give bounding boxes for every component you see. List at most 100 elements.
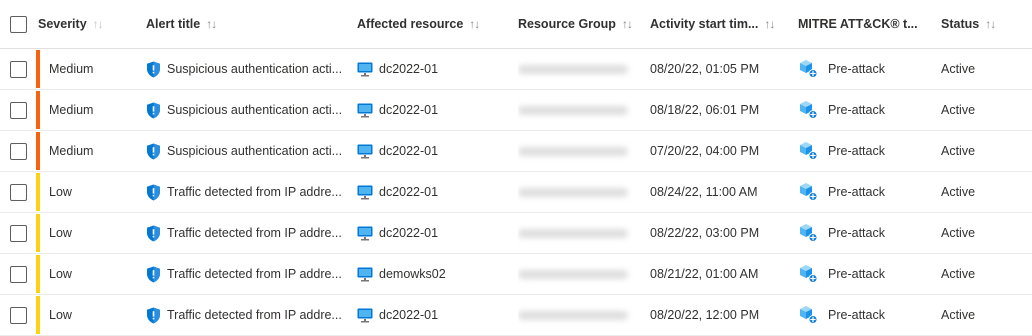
status-cell: Active xyxy=(941,49,1031,89)
sort-icon[interactable]: ↑↓ xyxy=(206,17,217,31)
table-row[interactable]: Medium Suspicious authentication acti...… xyxy=(0,90,1032,131)
table-row[interactable]: Low Traffic detected from IP addre... dc… xyxy=(0,172,1032,213)
monitor-icon xyxy=(357,62,373,77)
column-header-affected-resource[interactable]: Affected resource ↑↓ xyxy=(357,0,507,48)
select-all-checkbox[interactable] xyxy=(10,15,27,33)
monitor-icon xyxy=(357,226,373,241)
activity-start-time: 08/24/22, 11:00 AM xyxy=(650,185,758,199)
row-checkbox[interactable] xyxy=(10,142,27,160)
redacted-resource-group xyxy=(518,310,628,320)
table-row[interactable]: Low Traffic detected from IP addre... dc… xyxy=(0,213,1032,254)
status-cell: Active xyxy=(941,295,1031,335)
row-checkbox[interactable] xyxy=(10,224,27,242)
status-label: Active xyxy=(941,185,976,199)
severity-cell: Medium xyxy=(36,131,136,171)
affected-resource-cell[interactable]: dc2022-01 xyxy=(357,172,507,212)
affected-resource-cell[interactable]: dc2022-01 xyxy=(357,295,507,335)
activity-start-cell: 07/20/22, 04:00 PM xyxy=(650,131,790,171)
resource-group-cell xyxy=(518,90,643,130)
column-header-activity-start[interactable]: Activity start tim... ↑↓ xyxy=(650,0,790,48)
redacted-resource-group xyxy=(518,64,628,74)
row-checkbox[interactable] xyxy=(10,101,27,119)
column-header-mitre[interactable]: MITRE ATT&CK® t... xyxy=(798,0,938,48)
shield-icon xyxy=(146,61,161,78)
column-header-severity[interactable]: Severity ↑↓ xyxy=(36,0,138,48)
column-header-alert-title[interactable]: Alert title ↑↓ xyxy=(146,0,351,48)
resource-group-cell xyxy=(518,295,643,335)
row-checkbox[interactable] xyxy=(10,60,27,78)
table-row[interactable]: Medium Suspicious authentication acti...… xyxy=(0,131,1032,172)
resource-name[interactable]: dc2022-01 xyxy=(379,144,438,158)
sort-icon[interactable]: ↑↓ xyxy=(93,17,104,31)
mitre-tactic-label: Pre-attack xyxy=(828,226,885,240)
activity-start-cell: 08/22/22, 03:00 PM xyxy=(650,213,790,253)
affected-resource-cell[interactable]: dc2022-01 xyxy=(357,213,507,253)
sort-icon[interactable]: ↑↓ xyxy=(469,17,480,31)
table-header: Severity ↑↓ Alert title ↑↓ Affected reso… xyxy=(0,0,1032,49)
column-header-label: Affected resource xyxy=(357,17,464,31)
alert-title-cell[interactable]: Suspicious authentication acti... xyxy=(146,131,351,171)
redacted-resource-group xyxy=(518,228,628,238)
row-checkbox[interactable] xyxy=(10,265,27,283)
affected-resource-cell[interactable]: dc2022-01 xyxy=(357,49,507,89)
sort-icon[interactable]: ↑↓ xyxy=(985,17,996,31)
row-select-cell xyxy=(10,49,34,89)
monitor-icon xyxy=(357,185,373,200)
alert-title-cell[interactable]: Traffic detected from IP addre... xyxy=(146,254,351,294)
activity-start-time: 08/20/22, 12:00 PM xyxy=(650,308,760,322)
alert-title-cell[interactable]: Traffic detected from IP addre... xyxy=(146,172,351,212)
resource-name[interactable]: dc2022-01 xyxy=(379,308,438,322)
resource-name[interactable]: dc2022-01 xyxy=(379,226,438,240)
affected-resource-cell[interactable]: dc2022-01 xyxy=(357,131,507,171)
activity-start-time: 08/20/22, 01:05 PM xyxy=(650,62,760,76)
alert-title-cell[interactable]: Suspicious authentication acti... xyxy=(146,49,351,89)
column-header-status[interactable]: Status ↑↓ xyxy=(941,0,1031,48)
alert-title-text[interactable]: Suspicious authentication acti... xyxy=(167,144,342,158)
affected-resource-cell[interactable]: dc2022-01 xyxy=(357,90,507,130)
row-select-cell xyxy=(10,131,34,171)
redacted-resource-group xyxy=(518,146,628,156)
resource-name[interactable]: dc2022-01 xyxy=(379,185,438,199)
table-row[interactable]: Low Traffic detected from IP addre... dc… xyxy=(0,295,1032,336)
table-row[interactable]: Medium Suspicious authentication acti...… xyxy=(0,49,1032,90)
severity-cell: Medium xyxy=(36,90,136,130)
sort-icon[interactable]: ↑↓ xyxy=(622,17,633,31)
cube-icon xyxy=(798,100,818,120)
resource-name[interactable]: dc2022-01 xyxy=(379,103,438,117)
severity-label: Medium xyxy=(49,144,94,158)
status-cell: Active xyxy=(941,131,1031,171)
resource-group-cell xyxy=(518,172,643,212)
row-checkbox[interactable] xyxy=(10,183,27,201)
row-checkbox[interactable] xyxy=(10,306,27,324)
alert-title-text[interactable]: Traffic detected from IP addre... xyxy=(167,267,342,281)
activity-start-cell: 08/24/22, 11:00 AM xyxy=(650,172,790,212)
column-header-label: Alert title xyxy=(146,17,201,31)
alert-title-text[interactable]: Traffic detected from IP addre... xyxy=(167,308,342,322)
alert-title-cell[interactable]: Suspicious authentication acti... xyxy=(146,90,351,130)
severity-label: Medium xyxy=(49,103,94,117)
alert-title-text[interactable]: Traffic detected from IP addre... xyxy=(167,226,342,240)
status-label: Active xyxy=(941,308,976,322)
row-select-cell xyxy=(10,172,34,212)
resource-name[interactable]: demowks02 xyxy=(379,267,446,281)
table-row[interactable]: Low Traffic detected from IP addre... de… xyxy=(0,254,1032,295)
mitre-tactic-label: Pre-attack xyxy=(828,144,885,158)
severity-cell: Low xyxy=(36,295,136,335)
mitre-tactic-cell: Pre-attack xyxy=(798,131,938,171)
resource-name[interactable]: dc2022-01 xyxy=(379,62,438,76)
alert-title-cell[interactable]: Traffic detected from IP addre... xyxy=(146,213,351,253)
alert-title-text[interactable]: Traffic detected from IP addre... xyxy=(167,185,342,199)
row-select-cell xyxy=(10,90,34,130)
sort-icon[interactable]: ↑↓ xyxy=(764,17,775,31)
activity-start-time: 08/21/22, 01:00 AM xyxy=(650,267,759,281)
shield-icon xyxy=(146,184,161,201)
affected-resource-cell[interactable]: demowks02 xyxy=(357,254,507,294)
shield-icon xyxy=(146,307,161,324)
alert-title-text[interactable]: Suspicious authentication acti... xyxy=(167,62,342,76)
monitor-icon xyxy=(357,267,373,282)
activity-start-cell: 08/20/22, 12:00 PM xyxy=(650,295,790,335)
alert-title-text[interactable]: Suspicious authentication acti... xyxy=(167,103,342,117)
alert-title-cell[interactable]: Traffic detected from IP addre... xyxy=(146,295,351,335)
column-header-resource-group[interactable]: Resource Group ↑↓ xyxy=(518,0,643,48)
shield-icon xyxy=(146,225,161,242)
